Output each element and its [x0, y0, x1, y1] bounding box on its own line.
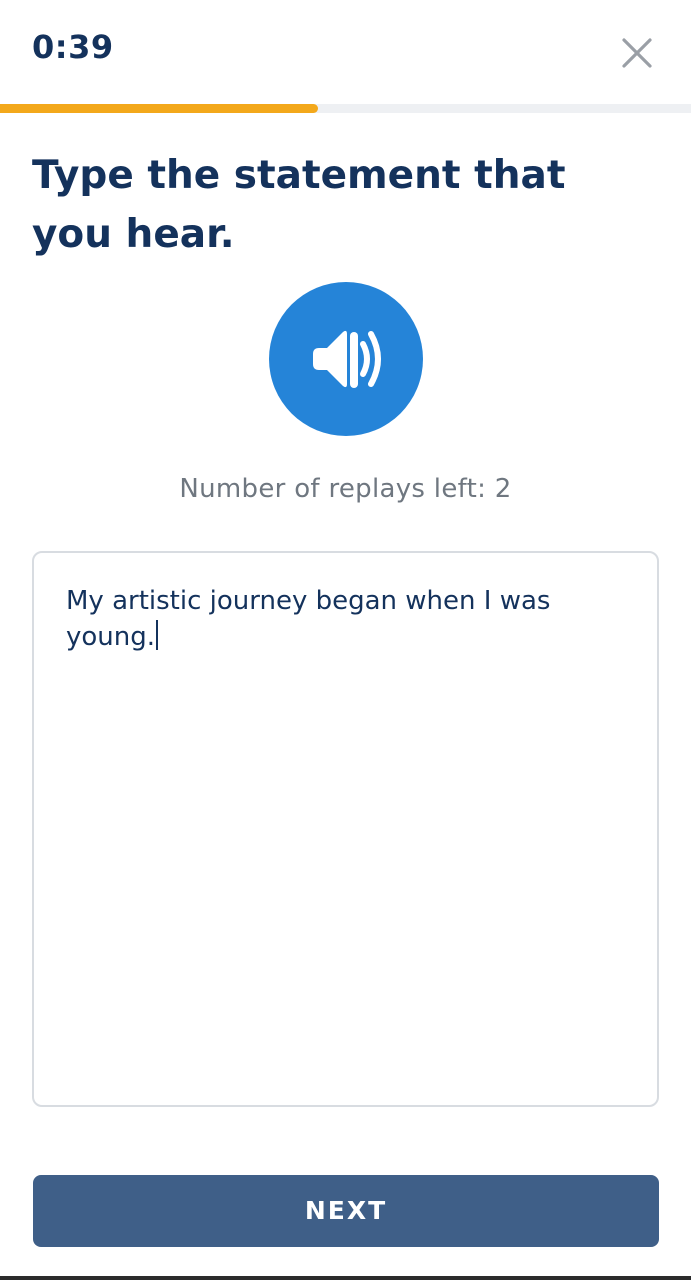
speaker-icon [313, 330, 381, 388]
listen-and-type-screen: 0:39 Type the statement that you hear. N… [0, 0, 691, 1280]
bottom-divider [0, 1276, 691, 1280]
text-caret [156, 620, 159, 650]
progress-bar [0, 104, 691, 113]
answer-text: My artistic journey began when I was you… [66, 586, 551, 652]
countdown-timer: 0:39 [32, 28, 114, 66]
replays-left-text: Number of replays left: 2 [179, 474, 512, 504]
close-button[interactable] [614, 30, 660, 76]
close-icon [622, 38, 652, 68]
prompt-title: Type the statement that you hear. [32, 153, 566, 257]
next-button[interactable]: NEXT [33, 1175, 659, 1247]
play-audio-button[interactable] [269, 282, 423, 436]
answer-textarea[interactable]: My artistic journey began when I was you… [32, 551, 659, 1107]
progress-bar-fill [0, 104, 318, 113]
